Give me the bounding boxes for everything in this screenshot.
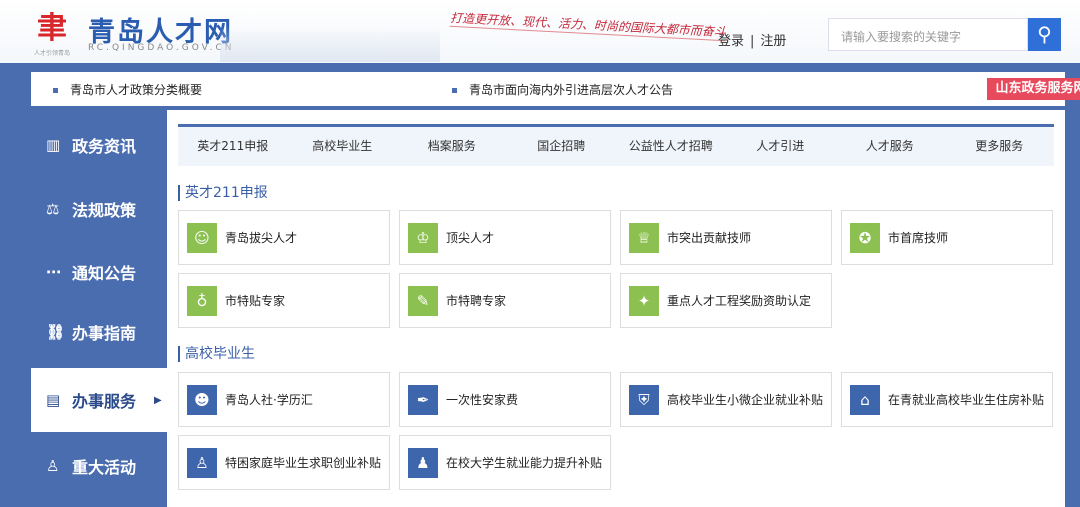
service-card[interactable]: ✪ 市首席技师 bbox=[841, 210, 1053, 265]
card-label: 高校毕业生小微企业就业补贴 bbox=[667, 393, 824, 407]
tab-more[interactable]: 更多服务 bbox=[945, 127, 1055, 166]
auth-links: 登录 | 注册 bbox=[718, 30, 786, 49]
service-card[interactable]: ♕ 市突出贡献技师 bbox=[620, 210, 832, 265]
section-title: 高校毕业生 bbox=[178, 346, 255, 362]
service-card[interactable]: ✦ 重点人才工程奖励资助认定 bbox=[620, 273, 832, 328]
sidebar-item-label: 重大活动 bbox=[72, 458, 137, 477]
card-label: 在校大学生就业能力提升补贴 bbox=[446, 456, 603, 470]
notice-bar: 青岛市人才政策分类概要 青岛市面向海内外引进高层次人才公告 山东政务服务网 bbox=[31, 72, 1080, 106]
section-title: 英才211申报 bbox=[178, 185, 268, 201]
guide-icon: ⛓ bbox=[46, 323, 66, 341]
tab-talent-211[interactable]: 英才211申报 bbox=[178, 127, 288, 166]
sidebar-item-policy[interactable]: ⚖ 法规政策 bbox=[31, 177, 167, 241]
shandong-gov-service-link[interactable]: 山东政务服务网 bbox=[987, 78, 1080, 100]
card-label: 顶尖人才 bbox=[446, 231, 495, 245]
graduate-icon: ☻ bbox=[187, 384, 217, 415]
card-label: 在青就业高校毕业生住房补贴 bbox=[888, 393, 1045, 407]
chat-icon: ⋯ bbox=[46, 263, 61, 281]
card-label: 青岛拔尖人才 bbox=[225, 231, 298, 245]
ribbon-icon: ✦ bbox=[629, 285, 659, 316]
building-icon: ▥ bbox=[46, 136, 61, 154]
service-card[interactable]: ☻ 青岛人社·学历汇 bbox=[178, 372, 390, 427]
service-card[interactable]: ✎ 市特聘专家 bbox=[399, 273, 611, 328]
trophy-icon: ♕ bbox=[629, 222, 659, 253]
service-card[interactable]: ♁ 市特贴专家 bbox=[178, 273, 390, 328]
card-label: 市特聘专家 bbox=[446, 294, 507, 308]
service-tabs: 英才211申报 高校毕业生 档案服务 国企招聘 公益性人才招聘 人才引进 人才服… bbox=[178, 124, 1054, 166]
tab-talent-intro[interactable]: 人才引进 bbox=[726, 127, 836, 166]
tab-public-recruit[interactable]: 公益性人才招聘 bbox=[616, 127, 726, 166]
sidebar-item-services[interactable]: ▤ 办事服务 ▶ bbox=[31, 368, 167, 432]
tab-talent-service[interactable]: 人才服务 bbox=[835, 127, 945, 166]
house-icon: ⌂ bbox=[850, 384, 880, 415]
card-label: 特困家庭毕业生求职创业补贴 bbox=[225, 456, 382, 470]
slogan: 打造更开放、现代、活力、时尚的国际大都市而奋斗 bbox=[449, 8, 727, 42]
card-label: 一次性安家费 bbox=[446, 393, 519, 407]
person-up-icon: ♟ bbox=[408, 447, 438, 478]
sidebar-item-label: 政务资讯 bbox=[72, 137, 137, 156]
trophy-icon: ♙ bbox=[46, 457, 60, 475]
service-card[interactable]: ⛨ 高校毕业生小微企业就业补贴 bbox=[620, 372, 832, 427]
notice-link[interactable]: 青岛市面向海内外引进高层次人才公告 bbox=[452, 81, 673, 98]
medal-icon: ♔ bbox=[408, 222, 438, 253]
site-header: 聿 人才引领青岛 青岛人才网 RC.QINGDAO.GOV.CN 打造更开放、现… bbox=[0, 0, 1080, 63]
search-button[interactable]: ⚲ bbox=[1028, 18, 1061, 51]
tab-archives[interactable]: 档案服务 bbox=[397, 127, 507, 166]
shield-icon: ⛨ bbox=[629, 384, 659, 415]
service-card[interactable]: ☺ 青岛拔尖人才 bbox=[178, 210, 390, 265]
tab-graduates[interactable]: 高校毕业生 bbox=[288, 127, 398, 166]
feather-icon: ✒ bbox=[408, 384, 438, 415]
card-label: 青岛人社·学历汇 bbox=[225, 393, 313, 407]
sidebar-item-news[interactable]: ▥ 政务资讯 bbox=[31, 113, 167, 177]
service-card[interactable]: ♟ 在校大学生就业能力提升补贴 bbox=[399, 435, 611, 490]
service-card[interactable]: ♔ 顶尖人才 bbox=[399, 210, 611, 265]
scale-icon: ⚖ bbox=[46, 200, 60, 218]
caret-right-icon: ▶ bbox=[154, 394, 162, 406]
service-card[interactable]: ⌂ 在青就业高校毕业生住房补贴 bbox=[841, 372, 1053, 427]
login-link[interactable]: 登录 bbox=[718, 34, 744, 49]
service-card[interactable]: ♙ 特困家庭毕业生求职创业补贴 bbox=[178, 435, 390, 490]
site-url: RC.QINGDAO.GOV.CN bbox=[88, 43, 235, 53]
notice-link[interactable]: 青岛市人才政策分类概要 bbox=[53, 81, 202, 98]
register-link[interactable]: 注册 bbox=[760, 34, 786, 49]
logo-subtitle: 人才引领青岛 bbox=[34, 50, 71, 57]
award-icon: ✪ bbox=[850, 222, 880, 253]
card-label: 市特贴专家 bbox=[225, 294, 286, 308]
tab-soe-recruit[interactable]: 国企招聘 bbox=[507, 127, 617, 166]
sidebar-item-guide[interactable]: ⛓ 办事指南 bbox=[31, 300, 167, 364]
card-label: 重点人才工程奖励资助认定 bbox=[667, 294, 812, 308]
card-label: 市首席技师 bbox=[888, 231, 949, 245]
search-input[interactable]: 请输入要搜索的关键字 bbox=[828, 18, 1028, 51]
separator: | bbox=[750, 34, 755, 49]
sidebar-item-notices[interactable]: ⋯ 通知公告 bbox=[31, 240, 167, 304]
sidebar-item-events[interactable]: ♙ 重大活动 bbox=[31, 434, 167, 498]
sidebar-item-label: 法规政策 bbox=[72, 201, 137, 220]
document-icon: ▤ bbox=[46, 391, 61, 409]
person-coin-icon: ♙ bbox=[187, 447, 217, 478]
logo-icon[interactable]: 聿 bbox=[32, 12, 72, 46]
skyline-banner bbox=[220, 26, 440, 62]
money-bag-icon: ♁ bbox=[187, 285, 217, 316]
main-content: 英才211申报 高校毕业生 档案服务 国企招聘 公益性人才招聘 人才引进 人才服… bbox=[167, 110, 1065, 507]
sidebar-item-label: 通知公告 bbox=[72, 264, 137, 283]
card-label: 市突出贡献技师 bbox=[667, 231, 752, 245]
certificate-icon: ✎ bbox=[408, 285, 438, 316]
people-icon: ☺ bbox=[187, 222, 217, 253]
service-card[interactable]: ✒ 一次性安家费 bbox=[399, 372, 611, 427]
search-icon: ⚲ bbox=[1037, 22, 1052, 46]
sidebar-item-label: 办事指南 bbox=[72, 324, 137, 343]
sidebar-item-label: 办事服务 bbox=[72, 392, 137, 411]
